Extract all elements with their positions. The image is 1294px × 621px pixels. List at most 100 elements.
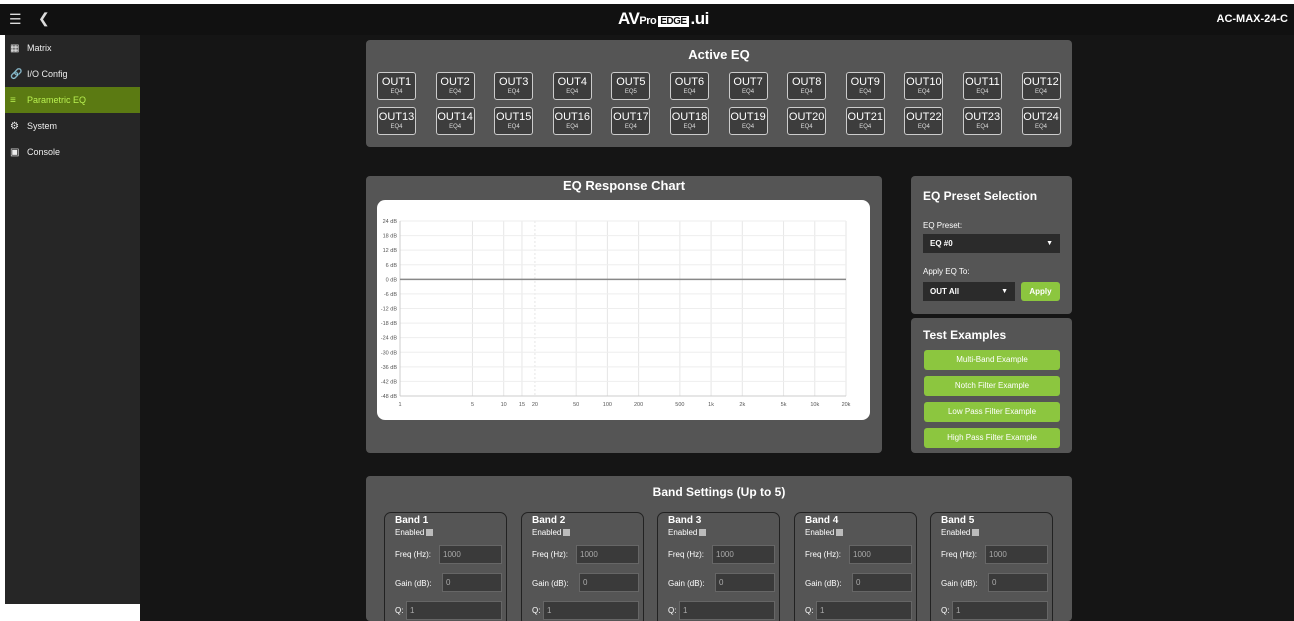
q-label: Q: xyxy=(532,606,541,615)
band-settings-panel: Band Settings (Up to 5) Band 1 Enabled Fre… xyxy=(366,476,1072,621)
gain-input[interactable]: 0 xyxy=(715,573,775,592)
q-input[interactable]: 1 xyxy=(952,601,1048,620)
freq-input[interactable]: 1000 xyxy=(576,545,639,564)
q-input[interactable]: 1 xyxy=(543,601,639,620)
output-button-out14[interactable]: OUT14 EQ4 xyxy=(435,107,475,135)
band-enabled-toggle[interactable]: Enabled xyxy=(532,528,571,537)
q-input[interactable]: 1 xyxy=(816,601,912,620)
output-name: OUT13 xyxy=(378,111,415,123)
active-eq-title: Active EQ xyxy=(688,47,750,62)
q-label: Q: xyxy=(805,606,814,615)
output-button-out10[interactable]: OUT10 EQ4 xyxy=(904,72,944,100)
enabled-checkbox[interactable] xyxy=(972,529,980,537)
output-eq-label: EQ4 xyxy=(507,124,520,130)
enabled-checkbox[interactable] xyxy=(426,529,434,537)
y-tick-label: -6 dB xyxy=(384,292,397,298)
output-button-out13[interactable]: OUT13 EQ4 xyxy=(377,107,416,135)
freq-label: Freq (Hz): xyxy=(668,550,704,559)
gain-input[interactable]: 0 xyxy=(579,573,639,592)
q-label: Q: xyxy=(668,606,677,615)
sidebar-item-matrix[interactable]: ▦ Matrix xyxy=(5,35,140,61)
x-tick-label: 20 xyxy=(532,402,538,408)
output-name: OUT2 xyxy=(440,76,470,88)
output-button-out23[interactable]: OUT23 EQ4 xyxy=(962,107,1002,135)
freq-input[interactable]: 1000 xyxy=(849,545,912,564)
output-button-out20[interactable]: OUT20 EQ4 xyxy=(787,107,827,135)
enabled-checkbox[interactable] xyxy=(836,529,844,537)
chevron-left-icon[interactable]: ❮ xyxy=(38,10,50,27)
output-button-out19[interactable]: OUT19 EQ4 xyxy=(728,107,768,135)
output-name: OUT19 xyxy=(730,111,766,123)
output-button-out16[interactable]: OUT16 EQ4 xyxy=(552,107,592,135)
gain-input[interactable]: 0 xyxy=(852,573,912,592)
output-name: OUT17 xyxy=(613,111,649,123)
output-name: OUT22 xyxy=(906,111,942,123)
output-button-out15[interactable]: OUT15 EQ4 xyxy=(494,107,534,135)
output-eq-label: EQ4 xyxy=(507,89,520,95)
output-button-out18[interactable]: OUT18 EQ4 xyxy=(669,107,709,135)
output-eq-label: EQ4 xyxy=(976,124,989,130)
output-button-out1[interactable]: OUT1 EQ4 xyxy=(377,72,416,100)
eq-response-chart: 1 5 10 15 20 50 100 200 500 1k 2k 5k 10k 20k24 dB18 d… xyxy=(381,219,851,408)
multi-band-example-button[interactable]: Multi-Band Example xyxy=(924,350,1060,370)
x-tick-label: 15 xyxy=(519,402,525,408)
freq-input[interactable]: 1000 xyxy=(985,545,1048,564)
eq-preset-select[interactable]: EQ #0 ▼ xyxy=(923,234,1060,253)
output-button-out8[interactable]: OUT8 EQ4 xyxy=(787,72,827,100)
enabled-label: Enabled xyxy=(941,528,971,537)
q-input[interactable]: 1 xyxy=(679,601,775,620)
q-input[interactable]: 1 xyxy=(406,601,502,620)
x-tick-label: 10 xyxy=(501,402,507,408)
enabled-label: Enabled xyxy=(805,528,835,537)
sidebar-item-console[interactable]: ▣ Console xyxy=(5,139,140,165)
band-enabled-toggle[interactable]: Enabled xyxy=(395,528,434,537)
freq-label: Freq (Hz): xyxy=(532,550,568,559)
band-enabled-toggle[interactable]: Enabled xyxy=(668,528,707,537)
output-button-out12[interactable]: OUT12 EQ4 xyxy=(1021,72,1061,100)
band-enabled-toggle[interactable]: Enabled xyxy=(941,528,980,537)
freq-input[interactable]: 1000 xyxy=(439,545,502,564)
output-button-out9[interactable]: OUT9 EQ4 xyxy=(845,72,885,100)
output-button-out22[interactable]: OUT22 EQ4 xyxy=(904,107,944,135)
output-button-out17[interactable]: OUT17 EQ4 xyxy=(611,107,651,135)
output-button-out11[interactable]: OUT11 EQ4 xyxy=(962,72,1002,100)
output-button-out3[interactable]: OUT3 EQ4 xyxy=(494,72,534,100)
x-tick-label: 5k xyxy=(781,402,787,408)
apply-to-select[interactable]: OUT All ▼ xyxy=(923,282,1015,301)
enabled-checkbox[interactable] xyxy=(699,529,707,537)
output-name: OUT10 xyxy=(906,76,942,88)
band-card-1: Band 1 Enabled Freq (Hz): 1000 Gain (dB): 0 Q:… xyxy=(384,512,507,621)
x-tick-label: 5 xyxy=(471,402,474,408)
output-button-out5[interactable]: OUT5 EQ5 xyxy=(611,72,651,100)
apply-button[interactable]: Apply xyxy=(1021,282,1060,301)
sidebar-item-io-config[interactable]: 🔗 I/O Config xyxy=(5,61,140,87)
y-tick-label: -30 dB xyxy=(381,350,398,356)
output-eq-label: EQ4 xyxy=(449,89,462,95)
notch-filter-example-button[interactable]: Notch Filter Example xyxy=(924,376,1060,396)
freq-label: Freq (Hz): xyxy=(395,550,431,559)
sidebar-item-system[interactable]: ⚙ System xyxy=(5,113,140,139)
gain-label: Gain (dB): xyxy=(668,579,705,588)
high-pass-filter-example-button[interactable]: High Pass Filter Example xyxy=(924,428,1060,448)
gain-input[interactable]: 0 xyxy=(988,573,1048,592)
output-button-out6[interactable]: OUT6 EQ4 xyxy=(669,72,709,100)
x-tick-label: 100 xyxy=(603,402,612,408)
gain-input[interactable]: 0 xyxy=(442,573,502,592)
hamburger-icon[interactable]: ☰ xyxy=(9,11,22,28)
freq-input[interactable]: 1000 xyxy=(712,545,775,564)
enabled-checkbox[interactable] xyxy=(563,529,571,537)
output-button-out24[interactable]: OUT24 EQ4 xyxy=(1021,107,1061,135)
output-button-out4[interactable]: OUT4 EQ4 xyxy=(552,72,592,100)
chart-title: EQ Response Chart xyxy=(562,178,686,193)
low-pass-filter-example-button[interactable]: Low Pass Filter Example xyxy=(924,402,1060,422)
sidebar-item-parametric-eq[interactable]: ≡ Parametric EQ xyxy=(5,87,140,113)
link-icon: 🔗 xyxy=(10,68,23,80)
output-button-out21[interactable]: OUT21 EQ4 xyxy=(845,107,885,135)
x-tick-label: 200 xyxy=(634,402,643,408)
q-label: Q: xyxy=(941,606,950,615)
gain-label: Gain (dB): xyxy=(532,579,569,588)
band-enabled-toggle[interactable]: Enabled xyxy=(805,528,844,537)
output-name: OUT15 xyxy=(495,111,532,123)
output-button-out2[interactable]: OUT2 EQ4 xyxy=(435,72,475,100)
output-button-out7[interactable]: OUT7 EQ4 xyxy=(728,72,768,100)
